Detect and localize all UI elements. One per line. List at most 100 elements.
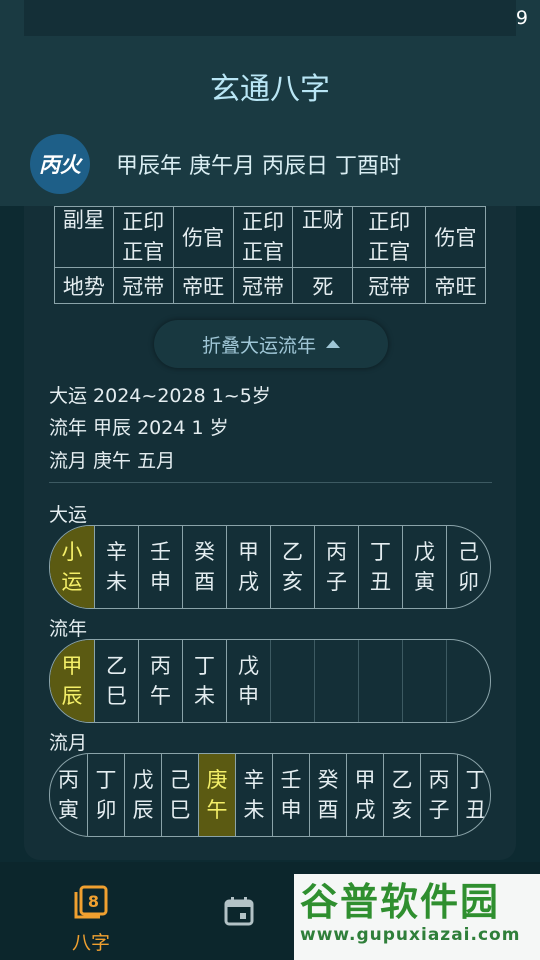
liunian-selector: 甲辰乙巳丙午丁未戊申: [49, 639, 491, 723]
item-stem: 丁: [95, 768, 117, 792]
item-stem: 戊: [132, 768, 154, 792]
item-stem: 丙: [326, 540, 347, 564]
item-branch: 酉: [317, 798, 339, 822]
item-stem: 丙: [58, 768, 79, 792]
nav-tab-bazi-label: 八字: [71, 932, 110, 954]
item-branch: 酉: [194, 570, 215, 594]
day-master-badge[interactable]: 丙火: [30, 134, 90, 194]
item-stem: 己: [458, 540, 479, 564]
liunian-label: 流年: [49, 618, 88, 640]
app-title: 玄通八字: [210, 72, 330, 107]
dayun-item[interactable]: 甲戌: [226, 526, 270, 608]
table-cell: 冠带: [112, 267, 174, 304]
four-pillars-summary: 甲辰年 庚午月 丙辰日 丁酉时: [116, 154, 401, 179]
liuyue-item[interactable]: 己巳: [161, 754, 198, 836]
dayun-item[interactable]: 丙子: [314, 526, 358, 608]
dayun-item[interactable]: 乙亥: [270, 526, 314, 608]
item-stem: 壬: [280, 768, 302, 792]
liuyue-item[interactable]: 癸酉: [309, 754, 346, 836]
liunian-item[interactable]: 丁未: [182, 640, 226, 722]
bazi-icon: 8: [74, 885, 108, 919]
item-stem: 甲: [238, 540, 259, 564]
item-stem: 乙: [106, 654, 127, 678]
fold-dayun-liunian-button[interactable]: 折叠大运流年: [154, 320, 388, 368]
dayun-item[interactable]: 戊寅: [402, 526, 446, 608]
calendar-icon: [224, 897, 254, 926]
item-branch: 巳: [106, 684, 127, 708]
nav-tab-calendar[interactable]: [224, 896, 254, 930]
current-liunian-info: 流年 甲辰 2024 1 岁: [49, 417, 229, 439]
table-row: 地势 冠带 帝旺 冠带 死 冠带 帝旺: [54, 267, 486, 304]
liunian-item[interactable]: 戊申: [226, 640, 270, 722]
dayun-selector: 小运辛未壬申癸酉甲戌乙亥丙子丁丑戊寅己卯: [49, 525, 491, 609]
item-stem: 丙: [428, 768, 450, 792]
table-row: 副星 正印 正官 伤官 正印 正官 正财 正印 正官 伤官: [54, 206, 486, 268]
table-cell: 冠带: [352, 267, 427, 304]
app-header: 玄通八字 丙火 甲辰年 庚午月 丙辰日 丁酉时: [0, 36, 540, 206]
item-branch: 子: [428, 798, 450, 822]
dayun-item[interactable]: 丁丑: [358, 526, 402, 608]
fold-button-label: 折叠大运流年: [201, 334, 316, 357]
item-stem: 丙: [150, 654, 171, 678]
dayun-item[interactable]: 壬申: [138, 526, 182, 608]
table-cell: 伤官: [425, 206, 486, 268]
liuyue-item[interactable]: 庚午: [198, 754, 235, 836]
item-branch: 寅: [414, 570, 435, 594]
item-stem: 丁: [370, 540, 391, 564]
table-cell: 死: [292, 267, 354, 304]
item-branch: 戌: [238, 570, 259, 594]
row-label: 地势: [54, 267, 114, 304]
item-branch: 亥: [391, 798, 413, 822]
item-branch: 戌: [354, 798, 376, 822]
item-stem: 庚: [206, 768, 228, 792]
liuyue-item[interactable]: 丁卯: [87, 754, 124, 836]
liuyue-item[interactable]: 辛未: [235, 754, 272, 836]
item-stem: 己: [169, 768, 191, 792]
item-branch: 申: [280, 798, 302, 822]
item-stem: 乙: [282, 540, 303, 564]
liuyue-item[interactable]: 乙亥: [383, 754, 420, 836]
liuyue-item[interactable]: 壬申: [272, 754, 309, 836]
ten-gods-table: 副星 正印 正官 伤官 正印 正官 正财 正印 正官 伤官 地势 冠带 帝旺 冠带 死…: [54, 206, 486, 304]
table-cell: 帝旺: [172, 267, 234, 304]
current-liuyue-info: 流月 庚午 五月: [49, 450, 176, 472]
liunian-empty-slot: [358, 640, 402, 722]
item-stem: 乙: [391, 768, 413, 792]
liunian-item[interactable]: 丙午: [138, 640, 182, 722]
dayun-item[interactable]: 辛未: [94, 526, 138, 608]
table-cell: 正印 正官: [232, 206, 294, 268]
item-branch: 申: [238, 684, 259, 708]
item-stem: 辛: [243, 768, 265, 792]
item-branch: 寅: [58, 798, 79, 822]
item-branch: 辰: [61, 684, 83, 708]
liunian-empty-slot: [314, 640, 358, 722]
liuyue-item[interactable]: 丙子: [420, 754, 457, 836]
item-stem: 戊: [414, 540, 435, 564]
liunian-item[interactable]: 乙巳: [94, 640, 138, 722]
item-stem: 丁: [465, 768, 487, 792]
item-branch: 申: [150, 570, 171, 594]
table-cell: 伤官: [172, 206, 234, 268]
item-branch: 午: [206, 798, 228, 822]
table-cell: 正印 正官: [112, 206, 174, 268]
item-branch: 卯: [95, 798, 117, 822]
item-branch: 子: [326, 570, 347, 594]
table-cell: 冠带: [232, 267, 294, 304]
table-cell: 帝旺: [425, 267, 486, 304]
watermark: 谷普软件园 www.gupuxiazai.com: [294, 874, 540, 960]
liuyue-item[interactable]: 戊辰: [124, 754, 161, 836]
nav-tab-bazi[interactable]: 8 八字: [64, 884, 118, 955]
item-stem: 丁: [194, 654, 215, 678]
item-stem: 小: [61, 540, 83, 564]
dayun-item[interactable]: 癸酉: [182, 526, 226, 608]
item-branch: 卯: [458, 570, 479, 594]
liuyue-selector: 丙寅丁卯戊辰己巳庚午辛未壬申癸酉甲戌乙亥丙子丁丑: [49, 753, 491, 837]
svg-text:8: 8: [88, 892, 99, 911]
liuyue-item[interactable]: 甲戌: [346, 754, 383, 836]
divider: [49, 482, 492, 483]
liuyue-label: 流月: [49, 732, 88, 754]
item-branch: 亥: [282, 570, 303, 594]
item-branch: 辰: [132, 798, 154, 822]
table-cell: 正印 正官: [352, 206, 427, 268]
item-stem: 甲: [354, 768, 376, 792]
